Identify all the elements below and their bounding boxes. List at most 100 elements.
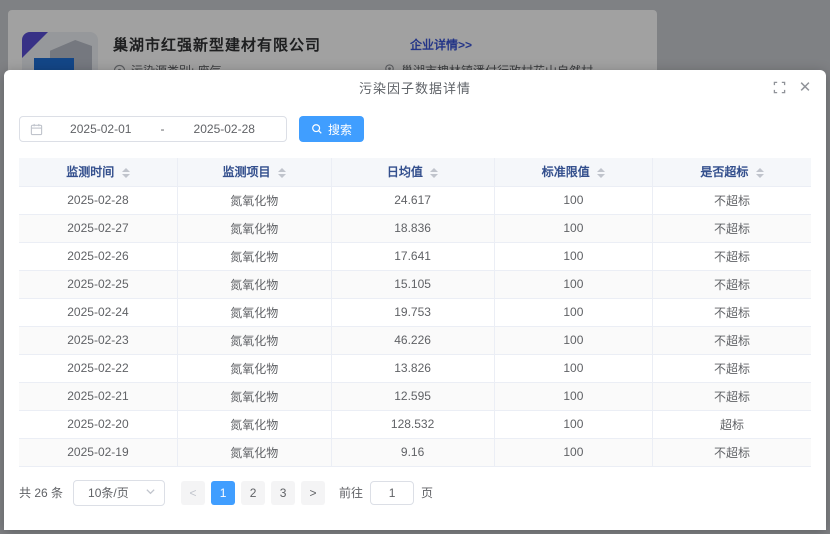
table-cell: 不超标 (653, 382, 811, 410)
sort-icon[interactable] (756, 168, 764, 178)
page-button-2[interactable]: 2 (241, 481, 265, 505)
search-button[interactable]: 搜索 (299, 116, 364, 142)
table-cell: 18.836 (331, 214, 494, 242)
modal-body: 2025-02-01 - 2025-02-28 搜索 (4, 104, 826, 506)
fullscreen-icon[interactable] (772, 80, 786, 94)
table-row: 2025-02-25氮氧化物15.105100不超标 (19, 270, 811, 298)
table-cell: 24.617 (331, 186, 494, 214)
monitor-data-table: 监测时间 监测项目 日均值 标准限值 (19, 158, 811, 467)
table-cell: 氮氧化物 (177, 186, 331, 214)
table-cell: 100 (494, 214, 652, 242)
table-cell: 不超标 (653, 214, 811, 242)
screen: 企 巢湖市红强新型建材有限公司 企业详情>> 污染源类别: 废气 巢湖市槐林镇潘… (0, 0, 830, 534)
table-cell: 氮氧化物 (177, 326, 331, 354)
sort-icon[interactable] (122, 168, 130, 178)
table-cell: 46.226 (331, 326, 494, 354)
date-separator: - (159, 122, 167, 136)
table-cell: 氮氧化物 (177, 438, 331, 466)
table-cell: 2025-02-25 (19, 270, 177, 298)
table-cell: 100 (494, 410, 652, 438)
table-cell: 氮氧化物 (177, 298, 331, 326)
table-cell: 不超标 (653, 242, 811, 270)
goto-suffix: 页 (421, 484, 433, 501)
goto-page: 前往 页 (339, 481, 433, 505)
pollution-data-modal: 污染因子数据详情 ✕ (4, 70, 826, 530)
sort-icon[interactable] (278, 168, 286, 178)
table-cell: 100 (494, 438, 652, 466)
table-cell: 2025-02-26 (19, 242, 177, 270)
column-header-exceeded[interactable]: 是否超标 (653, 158, 811, 186)
page-size-value: 10条/页 (88, 484, 129, 501)
table-cell: 不超标 (653, 186, 811, 214)
table-header: 监测时间 监测项目 日均值 标准限值 (19, 158, 811, 186)
table-row: 2025-02-23氮氧化物46.226100不超标 (19, 326, 811, 354)
table-cell: 2025-02-27 (19, 214, 177, 242)
table-cell: 2025-02-21 (19, 382, 177, 410)
table-cell: 13.826 (331, 354, 494, 382)
goto-page-input[interactable] (370, 481, 414, 505)
page-size-select[interactable]: 10条/页 (73, 480, 165, 506)
table-cell: 9.16 (331, 438, 494, 466)
table-cell: 100 (494, 242, 652, 270)
table-row: 2025-02-24氮氧化物19.753100不超标 (19, 298, 811, 326)
table-cell: 19.753 (331, 298, 494, 326)
goto-label: 前往 (339, 484, 363, 501)
table-cell: 128.532 (331, 410, 494, 438)
table-cell: 超标 (653, 410, 811, 438)
table-body: 2025-02-28氮氧化物24.617100不超标2025-02-27氮氧化物… (19, 186, 811, 466)
column-header-monitor-item[interactable]: 监测项目 (177, 158, 331, 186)
table-cell: 2025-02-24 (19, 298, 177, 326)
filter-row: 2025-02-01 - 2025-02-28 搜索 (19, 116, 811, 142)
page-button-3[interactable]: 3 (271, 481, 295, 505)
table-cell: 氮氧化物 (177, 242, 331, 270)
search-button-label: 搜索 (328, 121, 352, 138)
table-cell: 100 (494, 298, 652, 326)
table-row: 2025-02-20氮氧化物128.532100超标 (19, 410, 811, 438)
column-header-standard-limit[interactable]: 标准限值 (494, 158, 652, 186)
table-row: 2025-02-21氮氧化物12.595100不超标 (19, 382, 811, 410)
table-cell: 氮氧化物 (177, 410, 331, 438)
chevron-down-icon (145, 486, 156, 500)
close-icon[interactable]: ✕ (798, 80, 812, 94)
table-cell: 15.105 (331, 270, 494, 298)
start-date-input[interactable]: 2025-02-01 (49, 122, 153, 136)
sort-icon[interactable] (597, 168, 605, 178)
table-cell: 不超标 (653, 326, 811, 354)
table-cell: 2025-02-20 (19, 410, 177, 438)
table-cell: 2025-02-23 (19, 326, 177, 354)
modal-header: 污染因子数据详情 ✕ (4, 70, 826, 104)
table-cell: 不超标 (653, 438, 811, 466)
table-cell: 100 (494, 382, 652, 410)
table-cell: 不超标 (653, 270, 811, 298)
table-cell: 氮氧化物 (177, 270, 331, 298)
next-page-button[interactable]: > (301, 481, 325, 505)
end-date-input[interactable]: 2025-02-28 (173, 122, 277, 136)
table-cell: 100 (494, 270, 652, 298)
table-cell: 不超标 (653, 354, 811, 382)
table-row: 2025-02-22氮氧化物13.826100不超标 (19, 354, 811, 382)
pagination: 共 26 条 10条/页 < 1 2 3 > 前往 页 (19, 480, 811, 506)
table-cell: 100 (494, 354, 652, 382)
table-cell: 2025-02-22 (19, 354, 177, 382)
table-cell: 氮氧化物 (177, 214, 331, 242)
modal-tools: ✕ (772, 70, 812, 104)
total-count-label: 共 26 条 (19, 484, 63, 501)
table-cell: 100 (494, 326, 652, 354)
pager: < 1 2 3 > (181, 481, 325, 505)
prev-page-button[interactable]: < (181, 481, 205, 505)
page-button-1[interactable]: 1 (211, 481, 235, 505)
column-header-monitor-time[interactable]: 监测时间 (19, 158, 177, 186)
table-cell: 100 (494, 186, 652, 214)
calendar-icon (30, 123, 43, 136)
table-row: 2025-02-28氮氧化物24.617100不超标 (19, 186, 811, 214)
table-row: 2025-02-26氮氧化物17.641100不超标 (19, 242, 811, 270)
table-cell: 17.641 (331, 242, 494, 270)
column-header-daily-average[interactable]: 日均值 (331, 158, 494, 186)
modal-title: 污染因子数据详情 (359, 78, 471, 97)
table-row: 2025-02-19氮氧化物9.16100不超标 (19, 438, 811, 466)
table-cell: 氮氧化物 (177, 382, 331, 410)
table-cell: 2025-02-19 (19, 438, 177, 466)
sort-icon[interactable] (430, 168, 438, 178)
table-cell: 2025-02-28 (19, 186, 177, 214)
date-range-picker[interactable]: 2025-02-01 - 2025-02-28 (19, 116, 287, 142)
